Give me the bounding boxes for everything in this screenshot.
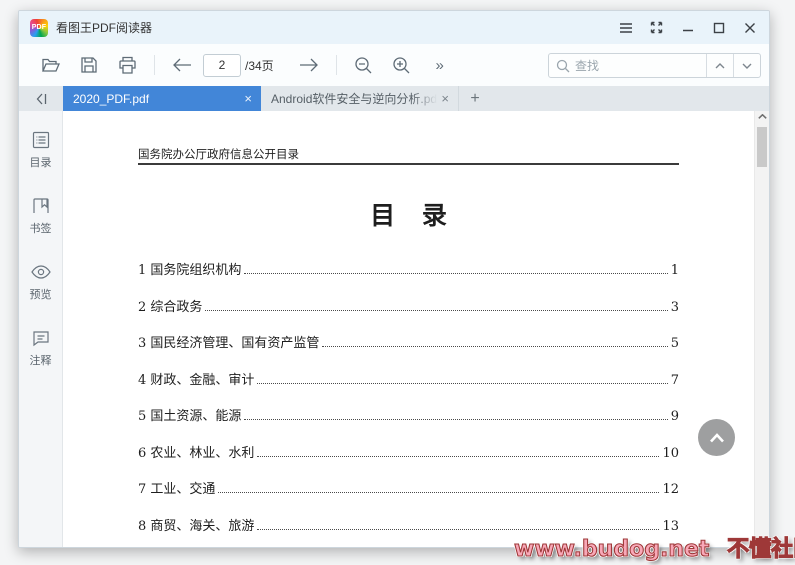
scrollbar-thumb[interactable]: [757, 127, 767, 167]
zoom-in-icon[interactable]: [389, 52, 415, 78]
menu-icon[interactable]: [610, 15, 641, 40]
tab-close-icon[interactable]: ×: [439, 92, 451, 105]
eye-icon: [30, 262, 52, 282]
watermark: www.budog.net 不懂社区: [514, 531, 795, 563]
app-logo-icon: PDF: [30, 19, 48, 37]
toolbar-divider: [154, 55, 155, 75]
dot-leader: [257, 529, 659, 530]
minimize-button[interactable]: [672, 15, 703, 40]
tab-document-active[interactable]: 2020_PDF.pdf ×: [63, 86, 261, 111]
page-total-label: /34页: [245, 57, 274, 74]
toc-entry: 6 农业、林业、水利 10: [138, 442, 679, 461]
close-button[interactable]: [734, 15, 765, 40]
search-icon: [556, 59, 570, 73]
sidebar-item-toc[interactable]: 目录: [30, 130, 52, 170]
maximize-button[interactable]: [703, 15, 734, 40]
document-header: 国务院办公厅政府信息公开目录: [138, 146, 299, 162]
dot-leader: [257, 456, 659, 457]
toc-entry: 5 国土资源、能源 9: [138, 405, 679, 424]
tab-close-icon[interactable]: ×: [242, 92, 254, 105]
document-viewport[interactable]: 国务院办公厅政府信息公开目录 目 录 1 国务院组织机构 1 2 综合政务 3: [63, 111, 769, 547]
sidebar-item-preview[interactable]: 预览: [30, 262, 52, 302]
find-next-button[interactable]: [733, 54, 760, 77]
tab-label: 2020_PDF.pdf: [73, 92, 242, 106]
search-box: [548, 53, 761, 78]
zoom-out-icon[interactable]: [351, 52, 377, 78]
dot-leader: [257, 383, 667, 384]
left-sidebar: 目录 书签 预览 注释: [19, 111, 63, 547]
dot-leader: [244, 419, 667, 420]
more-tools-button[interactable]: »: [427, 52, 453, 78]
sidebar-item-annotations[interactable]: 注释: [30, 328, 52, 368]
toc-icon: [31, 130, 51, 150]
sidebar-item-label: 预览: [30, 286, 52, 302]
find-previous-button[interactable]: [706, 54, 733, 77]
header-rule: [138, 163, 679, 165]
tab-bar: 2020_PDF.pdf × Android软件安全与逆向分析.pdf × +: [19, 86, 769, 111]
document-title: 目 录: [138, 196, 679, 232]
dot-leader: [244, 273, 667, 274]
scroll-to-top-button[interactable]: [698, 419, 735, 456]
app-title: 看图王PDF阅读器: [56, 19, 152, 36]
tab-label: Android软件安全与逆向分析.pdf: [271, 90, 439, 107]
toc-entry: 1 国务院组织机构 1: [138, 259, 679, 278]
tab-document-inactive[interactable]: Android软件安全与逆向分析.pdf ×: [261, 86, 459, 111]
comment-icon: [31, 328, 51, 348]
new-tab-button[interactable]: +: [459, 86, 491, 111]
open-file-icon[interactable]: [38, 52, 64, 78]
save-icon[interactable]: [76, 52, 102, 78]
screenshot-stage: PDF 看图王PDF阅读器: [0, 0, 795, 565]
toolbar: /34页 »: [19, 44, 769, 86]
collapse-panel-icon[interactable]: [19, 86, 63, 111]
toc-entry: 2 综合政务 3: [138, 296, 679, 315]
sidebar-item-bookmarks[interactable]: 书签: [30, 196, 52, 236]
watermark-url: www.budog.net: [514, 537, 709, 562]
page-number-input[interactable]: [203, 54, 241, 77]
toc-entry: 7 工业、交通 12: [138, 478, 679, 497]
sidebar-item-label: 目录: [30, 154, 52, 170]
sidebar-item-label: 书签: [30, 220, 52, 236]
watermark-community: 不懂社区: [727, 537, 795, 562]
app-body: 目录 书签 预览 注释 国务院办公厅政府信息公开目录: [19, 111, 769, 547]
scrollbar-up-arrow[interactable]: [755, 114, 769, 119]
print-icon[interactable]: [114, 52, 140, 78]
vertical-scrollbar[interactable]: [754, 111, 769, 547]
bookmark-icon: [31, 196, 51, 216]
next-page-button[interactable]: [296, 52, 322, 78]
toolbar-divider: [336, 55, 337, 75]
prev-page-button[interactable]: [169, 52, 195, 78]
fullscreen-icon[interactable]: [641, 15, 672, 40]
toc-entry: 3 国民经济管理、国有资产监管 5: [138, 332, 679, 351]
toc-entry: 4 财政、金融、审计 7: [138, 369, 679, 388]
title-bar: PDF 看图王PDF阅读器: [19, 11, 769, 44]
chevron-up-icon: [709, 433, 725, 443]
window-controls: [610, 15, 765, 40]
dot-leader: [218, 492, 659, 493]
app-window: PDF 看图王PDF阅读器: [18, 10, 770, 548]
table-of-contents: 1 国务院组织机构 1 2 综合政务 3 3 国民经济管理、国有资产监管: [138, 259, 679, 547]
dot-leader: [205, 310, 667, 311]
dot-leader: [322, 346, 667, 347]
sidebar-item-label: 注释: [30, 352, 52, 368]
search-input[interactable]: [575, 59, 706, 73]
